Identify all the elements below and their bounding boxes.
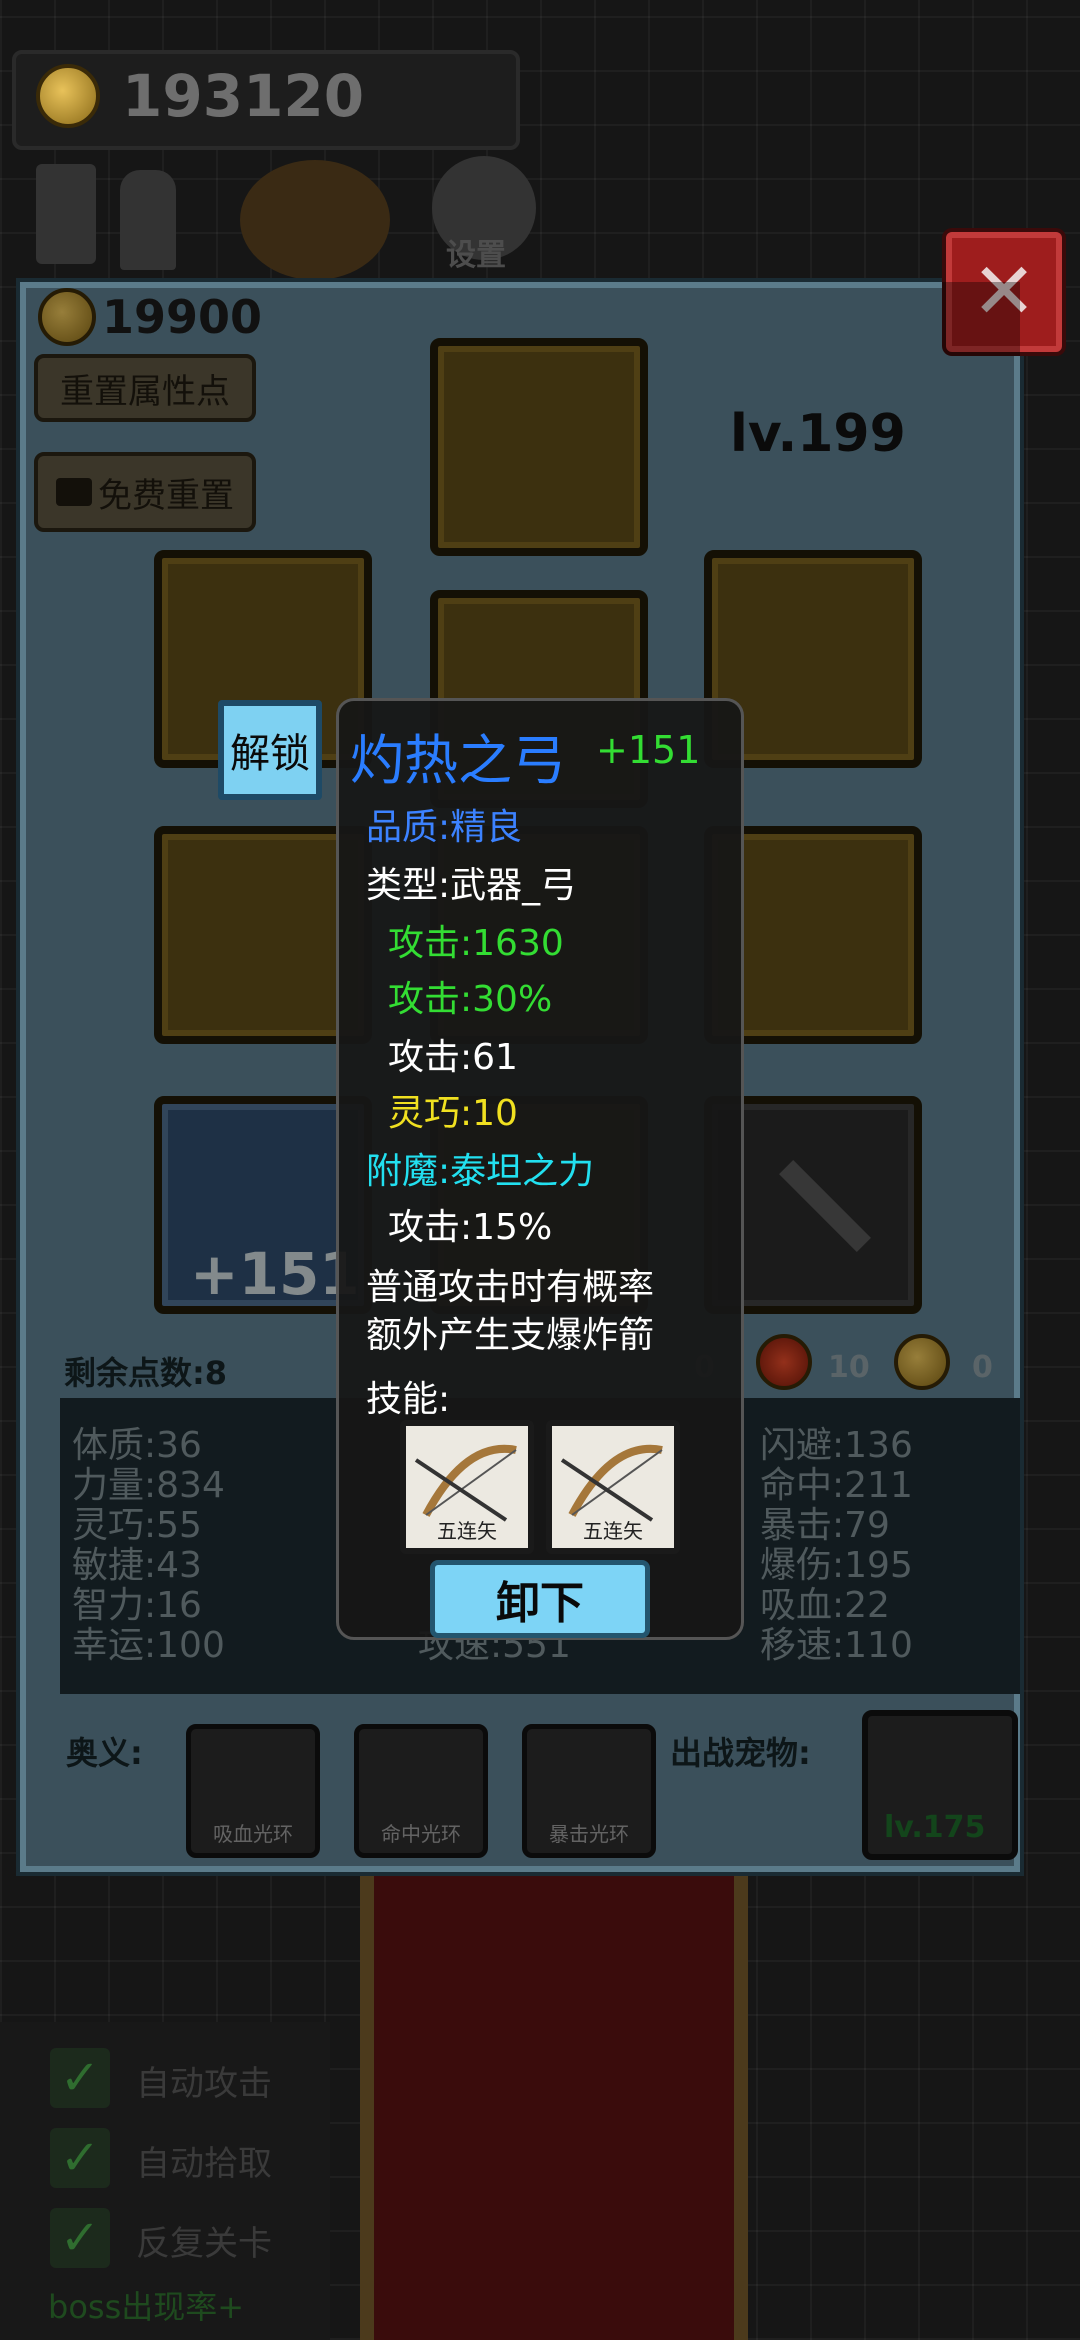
auto-pickup-checkbox[interactable]: ✓ [50,2128,110,2188]
settings-label: 设置 [446,238,506,273]
skill-2-label: 五连矢 [583,1519,643,1543]
skill-slot-2[interactable]: 五连矢 [546,1420,680,1554]
gold-coin-icon [36,64,100,128]
bag-icon[interactable] [240,160,390,280]
item-type: 类型:武器_弓 [366,865,577,906]
item-attack-2: 攻击:30% [388,979,553,1020]
boss-rate-label: boss出现率+ [48,2288,245,2326]
character-icon[interactable] [120,170,176,270]
item-name: 灼热之弓 [350,729,566,792]
item-attack-3: 攻击:61 [388,1037,518,1078]
auto-attack-label: 自动攻击 [136,2064,272,2104]
item-desc-2: 额外产生支爆炸箭 [366,1315,655,1356]
item-quality: 品质:精良 [366,807,523,848]
red-carpet [360,1860,748,2340]
item-attack-1: 攻击:1630 [388,923,564,964]
item-plus: +151 [596,728,701,772]
repeat-stage-label: 反复关卡 [136,2224,272,2264]
repeat-stage-checkbox[interactable]: ✓ [50,2208,110,2268]
list-icon[interactable] [36,164,96,264]
gold-amount: 193120 [122,62,365,130]
unlock-button[interactable]: 解锁 [218,700,322,800]
item-enchant-effect: 攻击:15% [388,1207,553,1248]
skill-1-label: 五连矢 [437,1519,497,1543]
auto-pickup-label: 自动拾取 [136,2144,272,2184]
auto-attack-checkbox[interactable]: ✓ [50,2048,110,2108]
item-skill-label: 技能: [366,1379,451,1420]
skill-slot-1[interactable]: 五连矢 [400,1420,534,1554]
item-dexterity: 灵巧:10 [388,1093,518,1134]
unequip-button[interactable]: 卸下 [430,1560,650,1638]
item-enchant: 附魔:泰坦之力 [366,1151,595,1192]
item-desc-1: 普通攻击时有概率 [366,1267,655,1308]
